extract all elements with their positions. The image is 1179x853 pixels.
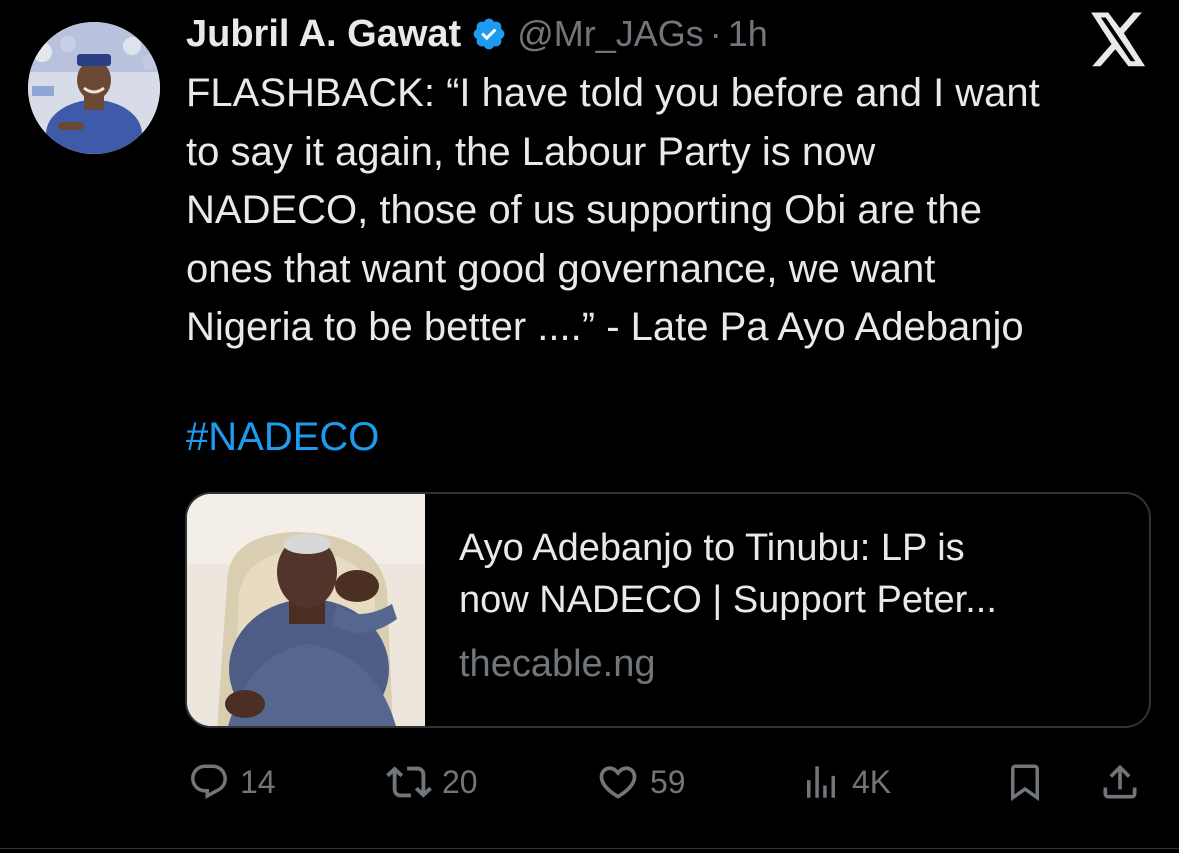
tweet-timestamp[interactable]: 1h [728, 13, 768, 55]
tweet-text-line: Nigeria to be better ....” - Late Pa Ayo… [186, 305, 1024, 349]
like-count: 59 [650, 763, 686, 800]
link-preview-card[interactable]: Ayo Adebanjo to Tinubu: LP is now NADECO… [185, 492, 1151, 728]
bookmark-icon [1011, 764, 1039, 802]
heart-icon [599, 766, 637, 799]
x-logo-icon[interactable] [1088, 12, 1148, 68]
header-separator: · [709, 13, 722, 54]
author-avatar[interactable] [28, 22, 160, 154]
repost-count: 20 [442, 763, 478, 800]
verified-badge-icon[interactable] [471, 16, 507, 52]
repost-button[interactable]: 20 [386, 752, 478, 812]
tweet-text: FLASHBACK: “I have told you before and I… [186, 64, 1161, 357]
share-icon [1103, 764, 1137, 799]
reply-button[interactable]: 14 [188, 752, 276, 812]
tweet-text-line: NADECO, those of us supporting Obi are t… [186, 188, 982, 232]
tweet-header: Jubril A. Gawat @Mr_JAGs · 1h [186, 8, 768, 60]
reply-count: 14 [240, 763, 276, 800]
author-handle[interactable]: @Mr_JAGs [517, 13, 704, 55]
tweet-text-line: ones that want good governance, we want [186, 246, 936, 291]
share-button[interactable] [1098, 752, 1142, 812]
link-card-title-line: Ayo Adebanjo to Tinubu: LP is [459, 527, 965, 569]
views-button[interactable]: 4K [800, 752, 891, 812]
repost-icon [386, 766, 432, 798]
link-card-title-line: now NADECO | Support Peter... [459, 579, 997, 621]
tweet-divider [0, 848, 1179, 849]
analytics-icon [807, 766, 835, 798]
hashtag-link[interactable]: #NADECO [186, 408, 379, 466]
bookmark-button[interactable] [1004, 752, 1046, 812]
link-card-domain: thecable.ng [459, 643, 656, 685]
tweet-text-line: to say it again, the Labour Party is now [186, 129, 876, 174]
author-display-name[interactable]: Jubril A. Gawat [186, 13, 461, 56]
like-button[interactable]: 59 [596, 752, 686, 812]
reply-icon [191, 764, 227, 799]
view-count: 4K [852, 763, 892, 800]
avatar-photo [28, 22, 160, 154]
link-card-thumbnail [187, 494, 425, 726]
tweet-action-bar: 14 20 59 4K [0, 752, 1179, 812]
link-card-title: Ayo Adebanjo to Tinubu: LP is now NADECO… [459, 522, 1129, 626]
tweet-text-line: FLASHBACK: “I have told you before and I… [186, 71, 1040, 115]
